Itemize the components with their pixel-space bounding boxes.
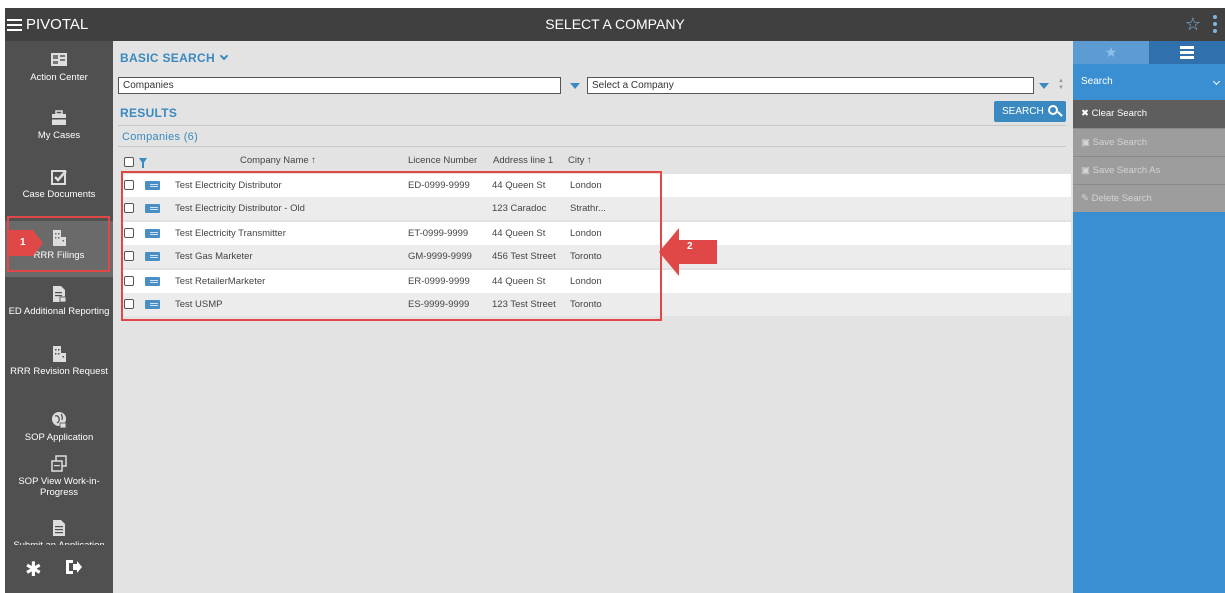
clear-search-button[interactable]: ✖ Clear Search <box>1073 100 1225 128</box>
sidebar-item-case-documents[interactable]: Case Documents <box>5 168 113 218</box>
list-panel-icon <box>1180 46 1194 59</box>
entity-dropdown-arrow-icon[interactable] <box>570 83 580 89</box>
divider <box>118 125 1066 126</box>
sidebar-item-sop-application[interactable]: SOP Application <box>5 411 113 461</box>
search-select-value: Search <box>1081 76 1113 87</box>
save-as-icon: ▣ <box>1081 165 1090 176</box>
tab-search[interactable] <box>1149 41 1225 64</box>
sidebar-item-action-center[interactable]: Action Center <box>5 51 113 101</box>
sidebar-nav: Action Center My Cases Case Documents RR… <box>5 41 113 593</box>
settings-gear-icon[interactable]: ✱ <box>25 557 42 582</box>
results-title: RESULTS <box>120 106 178 120</box>
dashboard-icon <box>51 53 67 66</box>
search-icon <box>1047 105 1058 115</box>
pencil-icon: ✎ <box>1081 193 1089 204</box>
callout-step-2-number: 2 <box>687 241 693 252</box>
callout-step-1-arrow <box>9 230 43 256</box>
column-header-licence-number[interactable]: Licence Number <box>408 155 477 166</box>
search-button-label: SEARCH <box>1002 106 1044 117</box>
document-edit-icon <box>53 286 67 303</box>
sidebar-item-label: ED Additional Reporting <box>8 306 110 317</box>
document-icon <box>53 520 65 536</box>
chevron-down-icon <box>1212 77 1221 86</box>
chevron-down-icon <box>219 51 229 61</box>
sidebar-item-label: Action Center <box>30 72 88 83</box>
save-search-as-button[interactable]: ▣ Save Search As <box>1073 156 1225 184</box>
app-window: PIVOTAL SELECT A COMPANY ☆ Action Center… <box>5 8 1225 593</box>
callout-step-2-arrow <box>659 228 717 276</box>
right-panel-tabs: ★ <box>1073 41 1225 64</box>
logout-icon[interactable] <box>65 559 83 575</box>
top-bar: PIVOTAL SELECT A COMPANY ☆ <box>5 8 1225 41</box>
sidebar-item-label: RRR Revision Request <box>10 366 108 377</box>
sort-ascending-icon: ↑ <box>311 155 317 166</box>
save-search-button[interactable]: ▣ Save Search <box>1073 128 1225 156</box>
divider <box>118 146 1066 147</box>
sort-ascending-icon: ↑ <box>587 155 592 166</box>
main-content: BASIC SEARCH Companies Select a Company … <box>113 41 1073 593</box>
briefcase-icon <box>52 110 66 125</box>
column-header-address-line-1[interactable]: Address line 1 <box>493 155 553 166</box>
callout-step-2-highlight <box>121 171 662 321</box>
column-header-company-name[interactable]: Company Name ↑ <box>240 155 316 166</box>
sidebar-item-label: SOP Application <box>24 432 94 443</box>
app-menu[interactable]: PIVOTAL <box>7 8 88 41</box>
sidebar-item-sop-view-work-in-progress[interactable]: SOP View Work-in-Progress <box>5 455 113 515</box>
save-icon: ▣ <box>1081 137 1090 148</box>
close-icon: ✖ <box>1081 108 1089 119</box>
building-icon <box>53 346 66 362</box>
more-options-icon[interactable] <box>1213 15 1217 33</box>
sidebar-footer: ✱ <box>5 545 113 593</box>
favorite-star-icon[interactable]: ☆ <box>1185 14 1201 35</box>
right-panel: ★ Search ✖ Clear Search ▣ Save Search ▣ … <box>1073 41 1225 593</box>
search-button[interactable]: SEARCH <box>994 101 1066 122</box>
checkbox-icon <box>51 170 67 185</box>
stepper-arrows-icon[interactable]: ▲ ▼ <box>1058 78 1064 92</box>
search-select[interactable]: Search <box>1073 64 1225 100</box>
brand-name: PIVOTAL <box>26 16 89 33</box>
filter-funnel-icon[interactable] <box>139 158 147 168</box>
company-dropdown-arrow-icon[interactable] <box>1039 83 1049 89</box>
copy-icon <box>51 455 67 472</box>
page-title: SELECT A COMPANY <box>545 16 685 32</box>
basic-search-header[interactable]: BASIC SEARCH <box>120 51 229 65</box>
companies-list-title: Companies (6) <box>122 131 199 143</box>
sidebar-item-rrr-revision-request[interactable]: RRR Revision Request <box>5 345 113 405</box>
globe-icon <box>52 412 67 429</box>
star-icon: ★ <box>1104 44 1118 60</box>
delete-search-button[interactable]: ✎ Delete Search <box>1073 184 1225 212</box>
sidebar-item-label: Case Documents <box>22 189 96 200</box>
entity-select[interactable]: Companies <box>118 77 561 94</box>
column-header-city[interactable]: City ↑ <box>568 155 592 166</box>
tab-favorites[interactable]: ★ <box>1073 41 1149 64</box>
sidebar-item-label: SOP View Work-in-Progress <box>18 476 100 498</box>
basic-search-title: BASIC SEARCH <box>120 51 215 65</box>
sidebar-item-my-cases[interactable]: My Cases <box>5 109 113 159</box>
select-all-checkbox[interactable] <box>124 157 134 167</box>
company-select[interactable]: Select a Company <box>587 77 1034 94</box>
sidebar-item-label: My Cases <box>37 130 81 141</box>
hamburger-menu-icon[interactable] <box>7 18 22 31</box>
callout-step-1-number: 1 <box>20 237 26 248</box>
